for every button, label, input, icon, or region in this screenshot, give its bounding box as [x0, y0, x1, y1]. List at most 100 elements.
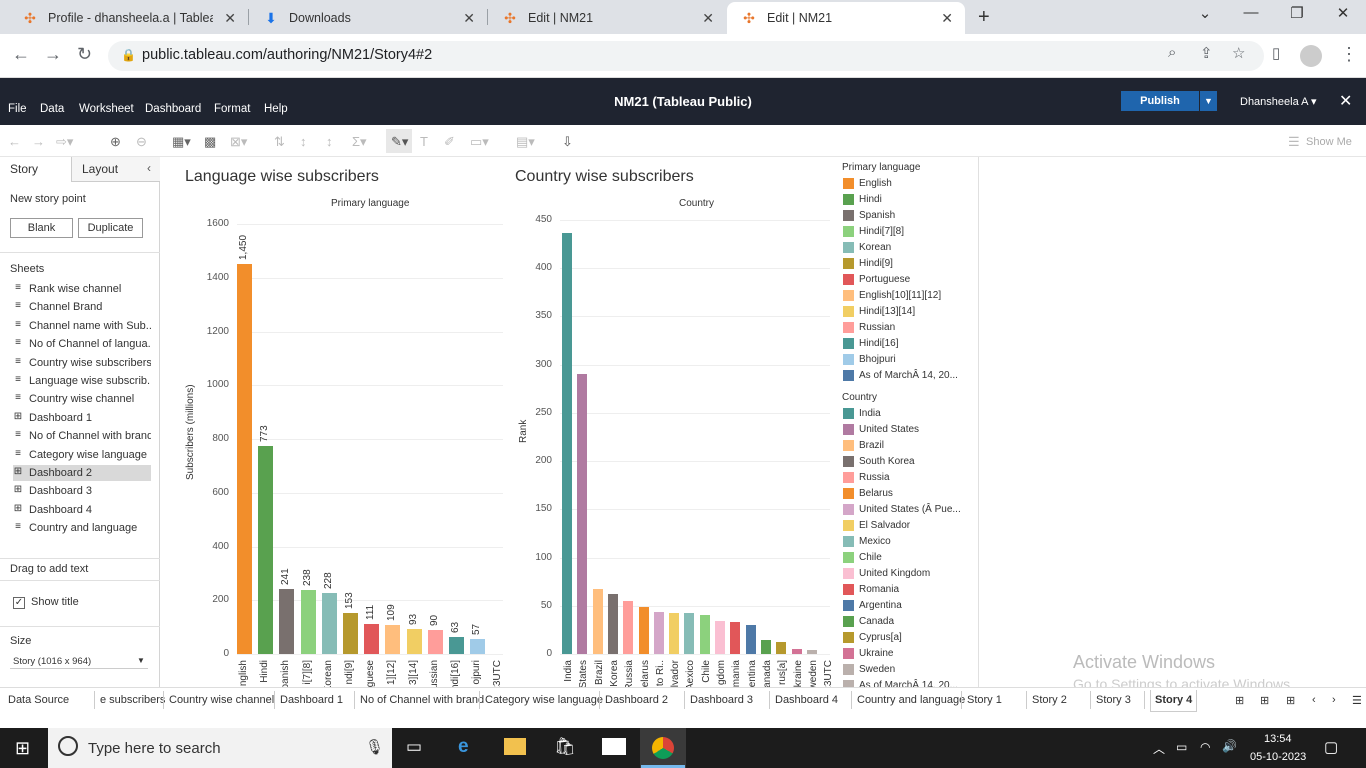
profile-avatar[interactable]	[1300, 45, 1322, 67]
legend-item[interactable]: Spanish	[843, 210, 895, 221]
bar[interactable]	[406, 629, 422, 654]
battery-icon[interactable]: ▭	[1176, 740, 1187, 754]
wifi-icon[interactable]: ◠	[1200, 740, 1210, 754]
sheet-tab[interactable]: Country and language	[857, 694, 965, 706]
legend-item[interactable]: United Kingdom	[843, 568, 930, 579]
legend-item[interactable]: United States (Â Pue...	[843, 504, 961, 515]
restore-button[interactable]: ❐	[1282, 4, 1312, 22]
sheet-item[interactable]: ≡ Country and language	[13, 520, 151, 536]
volume-icon[interactable]: 🔊	[1222, 739, 1237, 753]
bookmark-star-icon[interactable]: ☆	[1232, 44, 1245, 62]
bar[interactable]	[562, 232, 572, 654]
sheet-tab[interactable]: Country wise channel	[169, 694, 274, 706]
sheet-item[interactable]: ≡ Channel Brand	[13, 299, 151, 315]
lock-icon[interactable]: 🔒	[121, 48, 136, 62]
duplicate-button[interactable]: Duplicate	[78, 218, 143, 238]
replay-icon[interactable]: ⇨▾	[56, 134, 73, 150]
bar[interactable]	[699, 615, 710, 654]
close-window-button[interactable]: ✕	[1328, 4, 1358, 22]
sheet-tab[interactable]: Data Source	[8, 694, 69, 706]
sheet-item[interactable]: ≡ Category wise language	[13, 447, 151, 463]
bar[interactable]	[321, 592, 337, 654]
share-icon[interactable]: ⇪	[1200, 44, 1213, 62]
close-authoring-icon[interactable]: ✕	[1339, 91, 1352, 111]
bar[interactable]	[684, 613, 695, 654]
bar[interactable]	[364, 624, 380, 654]
mail-icon[interactable]	[602, 738, 626, 755]
sort-desc-icon[interactable]: ↕	[326, 134, 333, 149]
tab-list-icon[interactable]: ☰	[1352, 694, 1362, 707]
back-icon[interactable]: ←	[12, 44, 30, 65]
legend-item[interactable]: Argentina	[843, 600, 902, 611]
bar[interactable]	[258, 446, 274, 654]
sheet-item[interactable]: ≡ Country wise subscribers	[13, 355, 151, 371]
blank-button[interactable]: Blank	[10, 218, 73, 238]
totals-icon[interactable]: Σ▾	[352, 134, 367, 150]
show-me-button[interactable]: Show Me	[1306, 136, 1352, 148]
browser-tab-edit-1[interactable]: ✣ Edit | NM21 ✕	[488, 2, 726, 34]
legend-item[interactable]: Romania	[843, 584, 899, 595]
close-tab-icon[interactable]: ✕	[463, 10, 475, 27]
bar[interactable]	[715, 621, 725, 654]
bar[interactable]	[791, 649, 802, 654]
legend-item[interactable]: Hindi[13][14]	[843, 306, 915, 317]
sheet-item[interactable]: ⊞ Dashboard 1	[13, 410, 151, 426]
legend-item[interactable]: As of MarchÂ 14, 20...	[843, 370, 958, 381]
microphone-icon[interactable]: 🎙	[365, 738, 384, 756]
minimize-button[interactable]: —	[1236, 4, 1266, 21]
show-me-icon[interactable]: ☰	[1288, 134, 1300, 150]
task-view-icon[interactable]: ▭	[406, 737, 422, 757]
legend-item[interactable]: United States	[843, 424, 919, 435]
tab-search-icon[interactable]: ⌄	[1190, 4, 1220, 22]
browser-tab-edit-active[interactable]: ✣ Edit | NM21 ✕	[727, 2, 965, 34]
sheet-item[interactable]: ≡ Country wise channel	[13, 391, 151, 407]
url-text[interactable]: public.tableau.com/authoring/NM21/Story4…	[142, 47, 432, 63]
sheet-tab[interactable]: Dashboard 2	[605, 694, 668, 706]
new-tab-button[interactable]: +	[978, 6, 990, 29]
sheet-tab[interactable]: Category wise language	[485, 694, 603, 706]
legend-item[interactable]: Bhojpuri	[843, 354, 896, 365]
publish-dropdown-icon[interactable]: ▼	[1200, 91, 1217, 111]
sheet-item[interactable]: ⊞ Dashboard 2	[13, 465, 151, 481]
legend-item[interactable]: Portuguese	[843, 274, 910, 285]
clock-time[interactable]: 13:54	[1264, 733, 1292, 745]
sheet-item[interactable]: ≡ No of Channel of langua...	[13, 336, 151, 352]
legend-item[interactable]: Mexico	[843, 536, 891, 547]
bar[interactable]	[638, 606, 649, 654]
new-worksheet-icon[interactable]: ⊞	[1235, 694, 1244, 707]
sheet-tab[interactable]: Dashboard 3	[690, 694, 753, 706]
pause-updates-icon[interactable]: ⊖	[136, 134, 147, 150]
swap-icon[interactable]: ⇅	[274, 134, 285, 150]
sheet-item[interactable]: ⊞ Dashboard 3	[13, 483, 151, 499]
legend-item[interactable]: Hindi[9]	[843, 258, 893, 269]
sheet-tab[interactable]: Dashboard 4	[775, 694, 838, 706]
labels-icon[interactable]: T	[420, 134, 428, 149]
format-icon[interactable]: ✐	[444, 134, 455, 150]
fit-icon[interactable]: ▭▾	[470, 134, 489, 150]
legend-item[interactable]: Hindi	[843, 194, 882, 205]
close-tab-icon[interactable]: ✕	[702, 10, 714, 27]
bar[interactable]	[385, 624, 401, 654]
clear-sheet-icon[interactable]: ⊠▾	[230, 134, 247, 150]
bar[interactable]	[237, 264, 252, 654]
legend-item[interactable]: South Korea	[843, 456, 915, 467]
bar[interactable]	[806, 650, 817, 654]
tab-story[interactable]: Story	[10, 162, 38, 176]
legend-item[interactable]: Cyprus[a]	[843, 632, 902, 643]
scroll-left-icon[interactable]: ‹	[1312, 694, 1316, 706]
legend-item[interactable]: Russia	[843, 472, 890, 483]
bar[interactable]	[730, 622, 741, 654]
system-tray-chevron-icon[interactable]: ︿	[1153, 740, 1165, 757]
legend-item[interactable]: Canada	[843, 616, 894, 627]
sheet-tab[interactable]: Story 3	[1096, 694, 1131, 706]
sheet-tab[interactable]: Story 1	[967, 694, 1002, 706]
edge-icon[interactable]: e	[458, 736, 469, 758]
chrome-menu-icon[interactable]: ⋮	[1340, 44, 1358, 65]
presentation-icon[interactable]: ▤▾	[516, 134, 535, 150]
show-title-checkbox[interactable]: ✓	[13, 597, 25, 609]
bar[interactable]	[592, 589, 603, 654]
legend-item[interactable]: English	[843, 178, 892, 189]
legend-item[interactable]: Sweden	[843, 664, 895, 675]
bar[interactable]	[449, 637, 464, 654]
tab-layout[interactable]: Layout	[82, 162, 118, 176]
